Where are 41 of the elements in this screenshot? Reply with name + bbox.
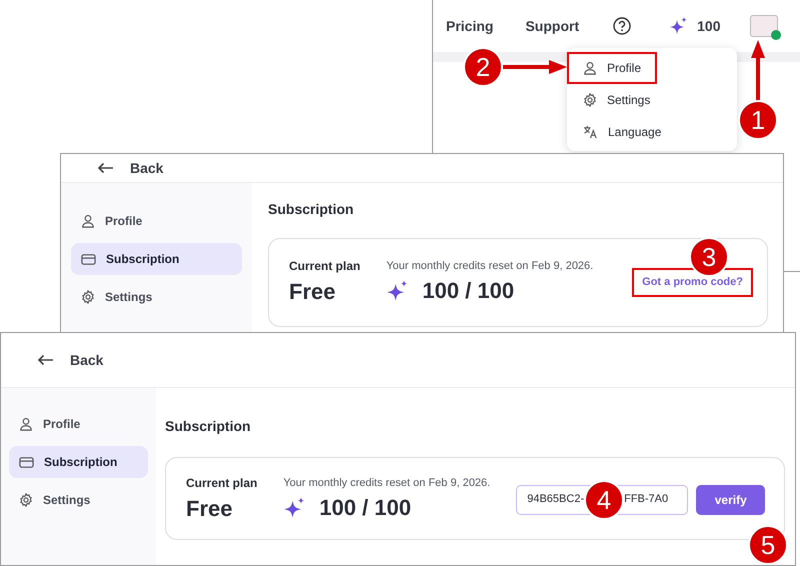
avatar[interactable]	[750, 15, 778, 37]
plan-label: Current plan	[289, 258, 360, 275]
annotation-arrow	[503, 59, 567, 75]
reset-note: Your monthly credits reset on Feb 9, 2026.	[283, 476, 490, 491]
back-arrow-icon	[37, 354, 54, 366]
sidebar-item[interactable]: Profile	[9, 408, 148, 440]
verify-button[interactable]: verify	[696, 484, 766, 514]
settings-icon	[81, 290, 95, 304]
card-icon	[19, 456, 34, 468]
section-title: Subscription	[165, 417, 252, 436]
settings-icon	[583, 93, 597, 107]
nav-link[interactable]: Support	[525, 16, 580, 36]
plan-name: Free	[289, 278, 336, 306]
sidebar-item[interactable]: Subscription	[9, 446, 148, 478]
person-icon	[81, 214, 95, 228]
sidebar-item[interactable]: Settings	[9, 484, 148, 516]
person-icon	[583, 61, 597, 75]
menu-item[interactable]: Language	[567, 116, 678, 148]
card-icon	[81, 252, 96, 266]
plan-name: Free	[186, 495, 234, 523]
menu-item[interactable]: Profile	[567, 52, 658, 84]
credit-count: 100	[697, 16, 720, 36]
menu-item[interactable]: Settings	[567, 84, 666, 116]
person-icon	[19, 417, 33, 431]
annotation-arrow	[750, 40, 766, 102]
back-arrow-icon	[97, 162, 114, 174]
reset-note: Your monthly credits reset on Feb 9, 2026.	[386, 258, 594, 274]
sidebar-item[interactable]: Profile	[71, 205, 242, 237]
back-link[interactable]: Back	[97, 158, 164, 178]
sparkle-icon	[669, 16, 690, 36]
back-link[interactable]: Back	[37, 350, 104, 370]
settings-icon	[19, 493, 33, 507]
help-icon[interactable]	[613, 17, 632, 35]
plan-label: Current plan	[186, 475, 258, 492]
nav-link[interactable]: Pricing	[446, 16, 494, 36]
sidebar-item[interactable]: Settings	[71, 281, 242, 313]
sidebar-item[interactable]: Subscription	[71, 243, 242, 275]
credit-balance: 100 / 100	[319, 494, 412, 522]
translate-icon	[583, 125, 598, 139]
credit-balance: 100 / 100	[422, 277, 514, 306]
section-title: Subscription	[268, 200, 355, 219]
